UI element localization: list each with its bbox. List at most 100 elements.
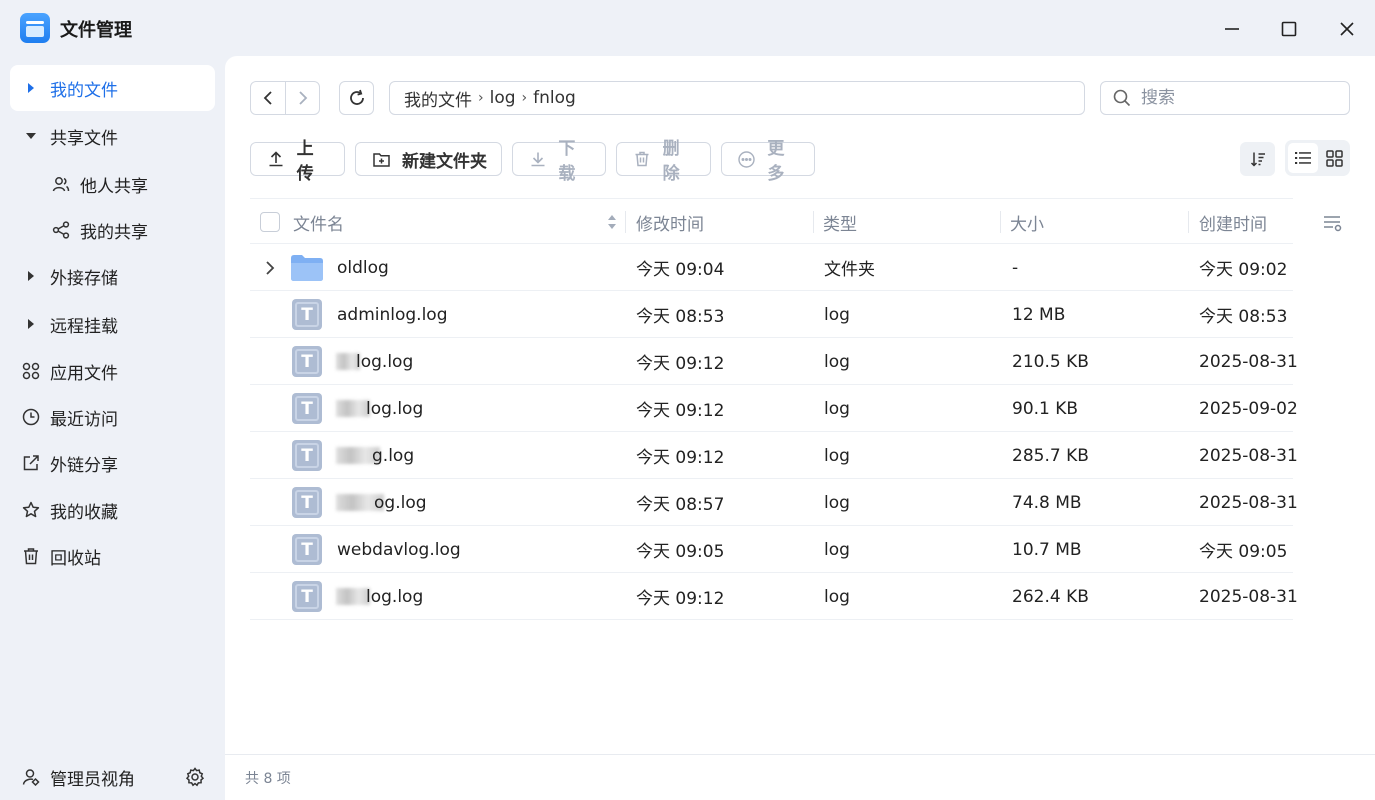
view-toggle-group bbox=[1285, 140, 1350, 176]
new-folder-icon bbox=[372, 150, 390, 168]
caret-right-icon bbox=[20, 77, 42, 99]
table-row[interactable]: Tlog.log 今天 09:12 log 262.4 KB 2025-08-31 bbox=[250, 573, 1298, 620]
sidebar-item-external-links[interactable]: 外链分享 bbox=[10, 440, 215, 486]
item-count: 共 8 项 bbox=[245, 770, 291, 787]
list-view-button[interactable] bbox=[1288, 143, 1318, 173]
list-view-icon bbox=[1295, 152, 1311, 164]
download-icon bbox=[529, 150, 546, 168]
select-all-checkbox[interactable] bbox=[260, 212, 280, 232]
table-row[interactable]: Tlog.log 今天 09:12 log 90.1 KB 2025-09-02 bbox=[250, 385, 1298, 432]
column-header-size[interactable]: 大小 bbox=[1010, 199, 1044, 245]
file-name[interactable]: oldlog bbox=[337, 244, 389, 291]
chevron-left-icon bbox=[263, 91, 272, 105]
modified-time: 今天 09:12 bbox=[636, 589, 725, 609]
sort-icon bbox=[1250, 152, 1265, 167]
column-settings-icon bbox=[1324, 216, 1342, 232]
main-panel: 我的文件 › log › fnlog 上传 新建文件夹 下载 删除 bbox=[225, 56, 1375, 800]
sidebar-item-label: 我的收藏 bbox=[50, 502, 118, 523]
file-manager-window: 文件管理 我的文件 共享文件 他人共享 我的共享 外接存储 远程挂载 应用文件 … bbox=[0, 0, 1375, 800]
breadcrumb-item-log[interactable]: log bbox=[490, 88, 516, 108]
column-header-created[interactable]: 创建时间 bbox=[1199, 199, 1267, 245]
table-row[interactable]: Twebdavlog.log 今天 09:05 log 10.7 MB 今天 09:05 bbox=[250, 526, 1293, 573]
table-row[interactable]: Tog.log 今天 08:57 log 74.8 MB 2025-08-31 bbox=[250, 479, 1298, 526]
apps-icon bbox=[20, 360, 42, 382]
table-row[interactable]: Tlog.log 今天 09:12 log 210.5 KB 2025-08-31 bbox=[250, 338, 1298, 385]
search-box bbox=[1100, 81, 1350, 115]
table-row[interactable]: Tg.log 今天 09:12 log 285.7 KB 2025-08-31 bbox=[250, 432, 1298, 479]
created-time: 今天 09:05 bbox=[1199, 542, 1288, 562]
close-button[interactable] bbox=[1332, 14, 1362, 44]
file-manager-icon bbox=[20, 13, 50, 43]
column-header-modified[interactable]: 修改时间 bbox=[636, 199, 704, 245]
modified-time: 今天 08:53 bbox=[636, 307, 725, 327]
more-button[interactable]: 更多 bbox=[721, 139, 815, 184]
delete-label: 删除 bbox=[662, 139, 680, 184]
new-folder-label: 新建文件夹 bbox=[402, 151, 487, 172]
file-name[interactable]: log.log bbox=[356, 338, 413, 385]
file-size: 12 MB bbox=[1012, 304, 1066, 325]
created-time: 2025-08-31 bbox=[1199, 492, 1298, 513]
sidebar-item-label: 外链分享 bbox=[50, 455, 118, 476]
text-file-icon: T bbox=[292, 534, 322, 565]
file-size: 262.4 KB bbox=[1012, 586, 1089, 607]
file-size: 74.8 MB bbox=[1012, 492, 1082, 513]
sidebar-item-label: 共享文件 bbox=[50, 128, 118, 149]
sort-button[interactable] bbox=[1240, 142, 1275, 176]
settings-gear-icon[interactable] bbox=[184, 766, 206, 788]
created-time: 今天 09:02 bbox=[1199, 260, 1288, 280]
file-table-header: 文件名 修改时间 类型 大小 创建时间 bbox=[250, 198, 1293, 244]
download-button[interactable]: 下载 bbox=[512, 139, 606, 184]
refresh-button[interactable] bbox=[339, 81, 374, 115]
column-settings-button[interactable] bbox=[1323, 213, 1343, 233]
file-type: log bbox=[824, 398, 850, 419]
file-size: - bbox=[1012, 257, 1019, 278]
sidebar-item-remote-mount[interactable]: 远程挂载 bbox=[10, 301, 215, 347]
close-icon bbox=[1340, 22, 1354, 36]
sidebar-item-external-storage[interactable]: 外接存储 bbox=[10, 253, 215, 299]
back-button[interactable] bbox=[251, 82, 286, 114]
sidebar-item-recent[interactable]: 最近访问 bbox=[10, 394, 215, 440]
search-input[interactable] bbox=[1141, 88, 1331, 108]
sidebar-item-shared-files[interactable]: 共享文件 bbox=[10, 113, 215, 159]
file-name[interactable]: adminlog.log bbox=[337, 291, 448, 338]
created-time: 2025-09-02 bbox=[1199, 398, 1298, 419]
maximize-button[interactable] bbox=[1274, 14, 1304, 44]
file-name[interactable]: log.log bbox=[366, 385, 423, 432]
breadcrumb-separator-icon: › bbox=[521, 90, 528, 106]
table-row[interactable]: Tadminlog.log 今天 08:53 log 12 MB 今天 08:53 bbox=[250, 291, 1293, 338]
star-icon bbox=[20, 499, 42, 521]
expand-chevron-icon[interactable] bbox=[265, 261, 275, 275]
sidebar: 我的文件 共享文件 他人共享 我的共享 外接存储 远程挂载 应用文件 最近访问 bbox=[0, 56, 225, 800]
file-name[interactable]: og.log bbox=[374, 479, 427, 526]
new-folder-button[interactable]: 新建文件夹 bbox=[355, 142, 502, 176]
column-divider bbox=[625, 211, 626, 233]
sidebar-item-my-files[interactable]: 我的文件 bbox=[10, 65, 215, 111]
text-file-icon: T bbox=[292, 581, 322, 612]
column-header-type[interactable]: 类型 bbox=[823, 199, 857, 245]
sidebar-item-trash[interactable]: 回收站 bbox=[10, 533, 215, 579]
file-name[interactable]: webdavlog.log bbox=[337, 526, 461, 573]
file-name[interactable]: log.log bbox=[366, 573, 423, 620]
file-type: log bbox=[824, 445, 850, 466]
table-row[interactable]: oldlog 今天 09:04 文件夹 - 今天 09:02 bbox=[250, 244, 1293, 291]
breadcrumb-item-my-files[interactable]: 我的文件 bbox=[404, 86, 472, 111]
sidebar-item-shared-with-me[interactable]: 他人共享 bbox=[10, 161, 215, 207]
forward-button[interactable] bbox=[286, 82, 320, 114]
upload-button[interactable]: 上传 bbox=[250, 139, 345, 184]
breadcrumb-separator-icon: › bbox=[478, 90, 484, 106]
file-name[interactable]: g.log bbox=[372, 432, 414, 479]
sidebar-item-my-shares[interactable]: 我的共享 bbox=[10, 207, 215, 253]
grid-view-button[interactable] bbox=[1319, 143, 1349, 173]
file-type: log bbox=[824, 586, 850, 607]
created-time: 今天 08:53 bbox=[1199, 307, 1288, 327]
breadcrumb-item-fnlog[interactable]: fnlog bbox=[533, 88, 576, 108]
created-time: 2025-08-31 bbox=[1199, 351, 1298, 372]
admin-view-label: 管理员视角 bbox=[50, 769, 135, 790]
delete-button[interactable]: 删除 bbox=[616, 139, 711, 184]
sidebar-item-app-files[interactable]: 应用文件 bbox=[10, 348, 215, 394]
column-header-name[interactable]: 文件名 bbox=[293, 199, 344, 245]
sidebar-item-favorites[interactable]: 我的收藏 bbox=[10, 487, 215, 533]
sidebar-item-label: 我的共享 bbox=[80, 222, 148, 243]
minimize-button[interactable] bbox=[1217, 14, 1247, 44]
created-time: 2025-08-31 bbox=[1199, 445, 1298, 466]
